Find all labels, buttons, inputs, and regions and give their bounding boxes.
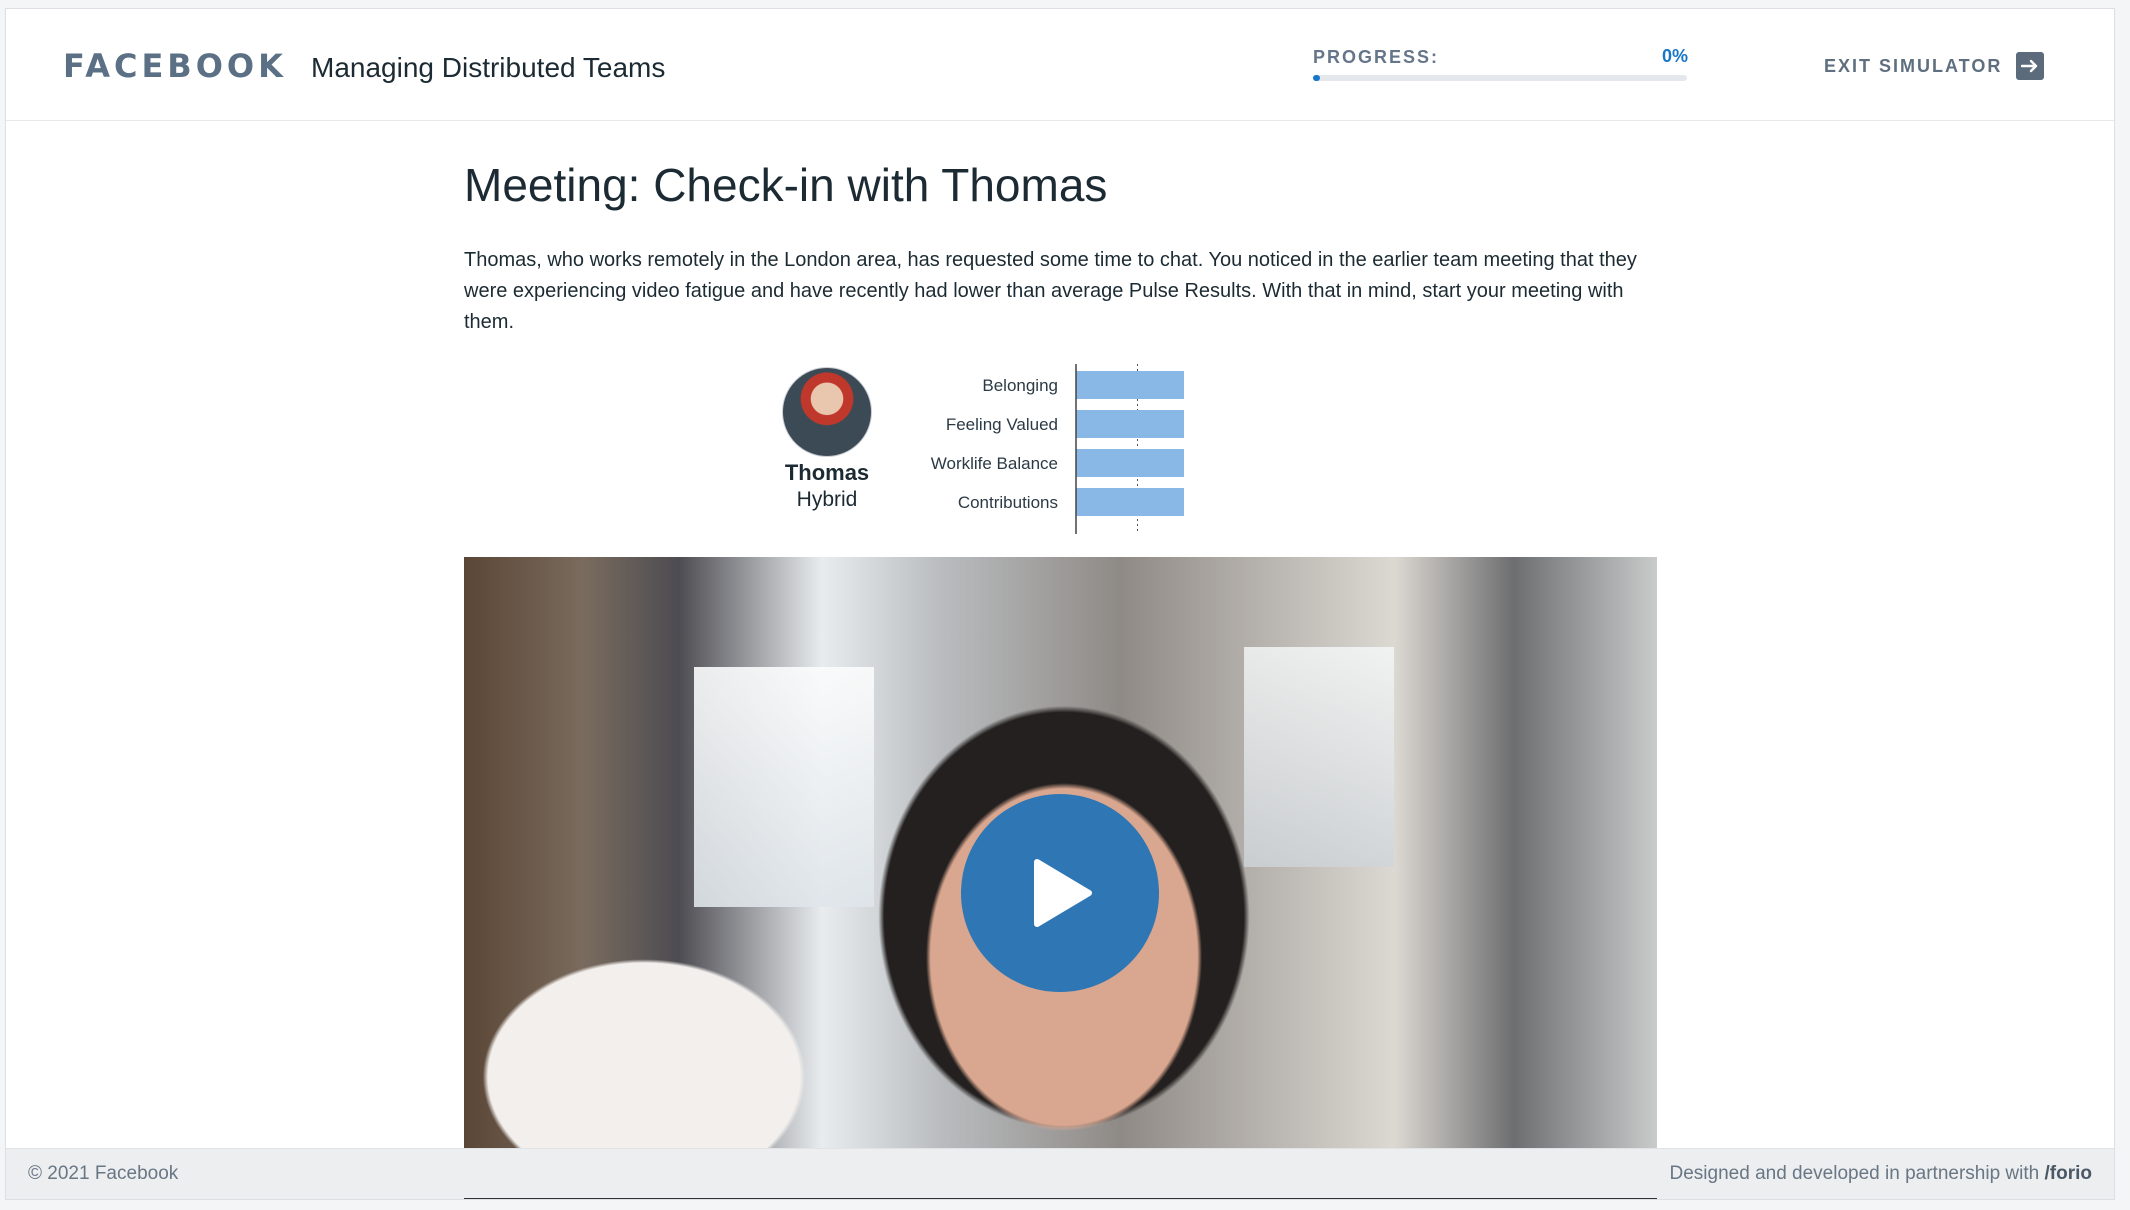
chart-bar-feeling-valued xyxy=(1076,410,1184,438)
video-frame-window xyxy=(694,667,874,907)
pulse-results-chart: Belonging Feeling Valued Worklife Balance C… xyxy=(884,364,1184,544)
chart-category-label: Feeling Valued xyxy=(946,415,1058,434)
video-frame-window xyxy=(1244,647,1394,867)
top-header: FACEBOOK Managing Distributed Teams PROG… xyxy=(6,9,2114,121)
page-title: Meeting: Check-in with Thomas xyxy=(464,159,1108,211)
exit-simulator-button[interactable]: EXIT SIMULATOR xyxy=(1824,49,2045,83)
video-player[interactable] xyxy=(464,557,1657,1154)
arrow-right-icon xyxy=(2016,52,2045,80)
credit-label: Designed and developed in partnership wi… xyxy=(1669,1163,2045,1184)
chart-bar-belonging xyxy=(1076,371,1184,399)
progress-value: 0% xyxy=(1661,46,1688,66)
credit-text: Designed and developed in partnership wi… xyxy=(1670,1163,2092,1185)
bar-chart-svg: Belonging Feeling Valued Worklife Balance C… xyxy=(931,364,1184,534)
play-button[interactable] xyxy=(961,794,1159,992)
footer: © 2021 Facebook Designed and developed i… xyxy=(6,1148,2114,1199)
play-icon xyxy=(1034,859,1092,927)
progress-bar xyxy=(1313,75,1687,81)
exit-simulator-label: EXIT SIMULATOR xyxy=(1824,55,2003,76)
course-title: Managing Distributed Teams xyxy=(311,52,666,83)
chart-bar-contributions xyxy=(1076,488,1184,516)
profile-card: Thomas Hybrid xyxy=(782,367,872,511)
progress-label: PROGRESS: xyxy=(1313,47,1440,67)
chart-category-label: Belonging xyxy=(982,376,1058,395)
chart-category-label: Contributions xyxy=(958,493,1058,512)
chart-category-label: Worklife Balance xyxy=(931,454,1058,473)
progress-bar-fill xyxy=(1313,75,1320,81)
avatar xyxy=(782,367,872,457)
intro-paragraph: Thomas, who works remotely in the London… xyxy=(464,249,1637,333)
chart-bar-worklife-balance xyxy=(1076,449,1184,477)
brand-logo: FACEBOOK xyxy=(63,47,287,85)
video-controls-edge xyxy=(464,1198,1657,1199)
app-frame: FACEBOOK Managing Distributed Teams PROG… xyxy=(5,8,2115,1200)
copyright-text: © 2021 Facebook xyxy=(28,1163,179,1184)
forio-link[interactable]: /forio xyxy=(2045,1163,2093,1184)
